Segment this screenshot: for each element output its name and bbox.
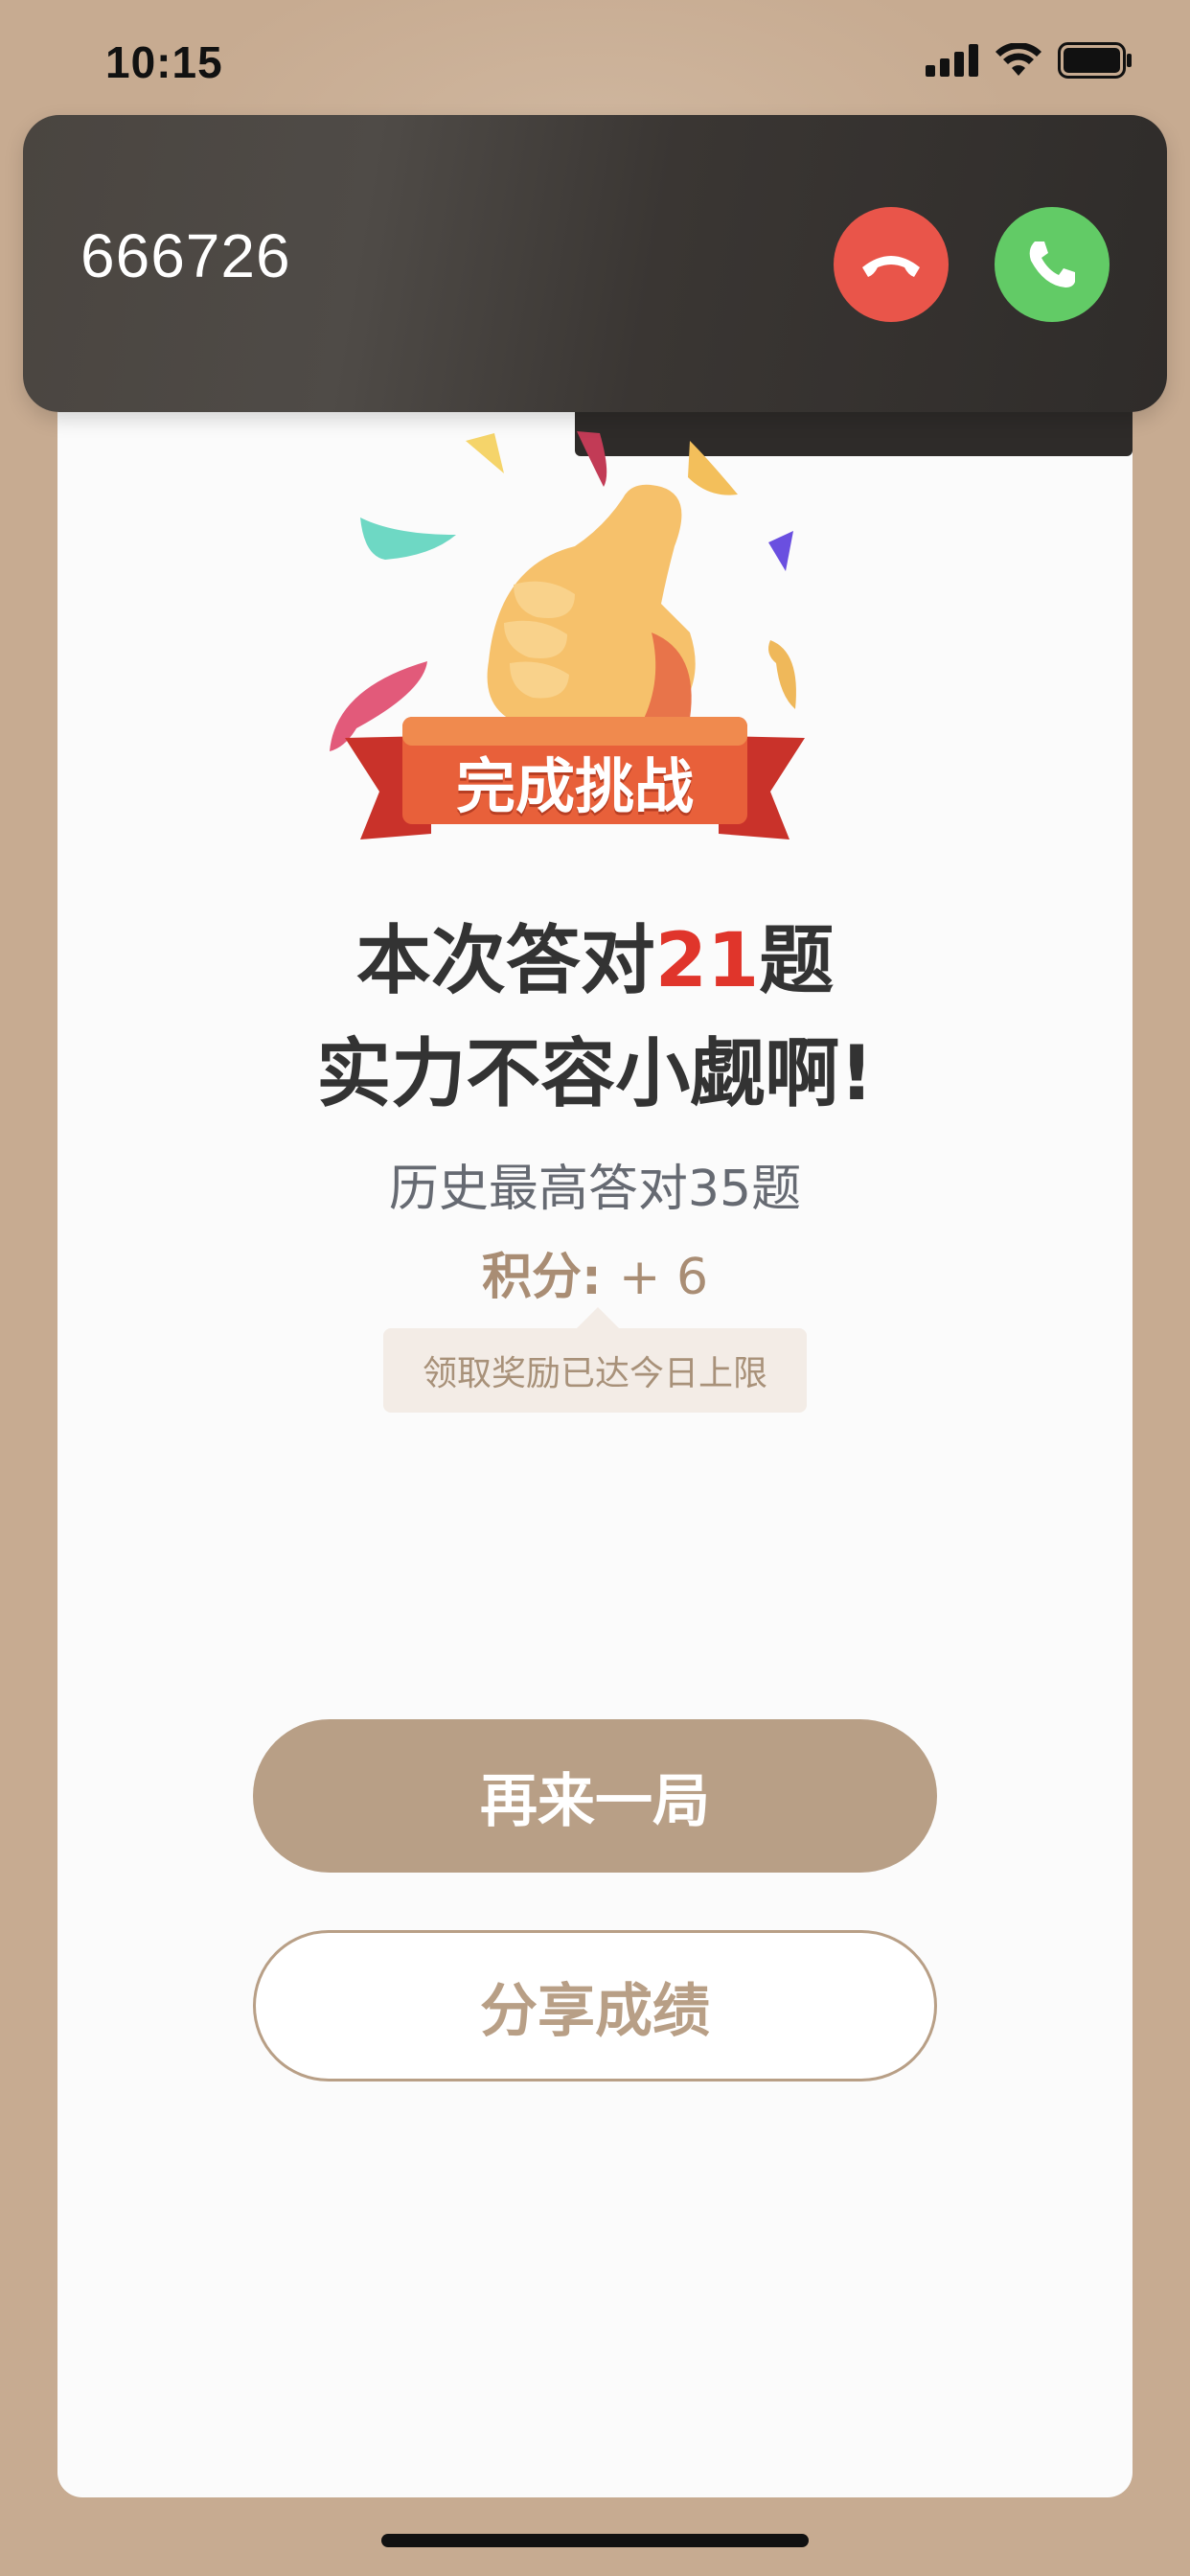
- incoming-call-banner[interactable]: 666726: [23, 115, 1167, 412]
- hang-up-icon: [862, 256, 920, 277]
- battery-icon: [1058, 42, 1132, 79]
- status-time: 10:15: [105, 37, 223, 87]
- thumbs-up-illustration: 完成挑战: [287, 412, 862, 862]
- ribbon-label: 完成挑战: [455, 751, 694, 821]
- score-suffix: 题: [759, 918, 835, 1004]
- status-bar: 10:15: [0, 0, 1190, 125]
- replay-button[interactable]: 再来一局: [253, 1719, 937, 1873]
- decline-call-button[interactable]: [834, 207, 949, 322]
- score-count: 21: [654, 918, 760, 1004]
- praise-text: 实力不容小觑啊!: [316, 1031, 874, 1117]
- points-row: 积分: + 6: [0, 1236, 1190, 1308]
- signal-icon: [926, 44, 978, 77]
- home-indicator[interactable]: [381, 2534, 809, 2547]
- wifi-icon: [995, 43, 1041, 76]
- points-label: 积分:: [481, 1249, 602, 1306]
- phone-icon: [1029, 242, 1075, 288]
- points-value: + 6: [618, 1249, 709, 1306]
- score-prefix: 本次答对: [355, 918, 655, 1004]
- caller-number: 666726: [80, 221, 291, 290]
- reward-limit-tip: 领取奖励已达今日上限: [383, 1307, 807, 1413]
- score-headline: 本次答对21题: [0, 901, 1190, 1008]
- history-best: 历史最高答对35题: [388, 1161, 802, 1218]
- status-icons: [926, 42, 1133, 79]
- share-button[interactable]: 分享成绩: [253, 1930, 937, 2082]
- accept-call-button[interactable]: [995, 207, 1110, 322]
